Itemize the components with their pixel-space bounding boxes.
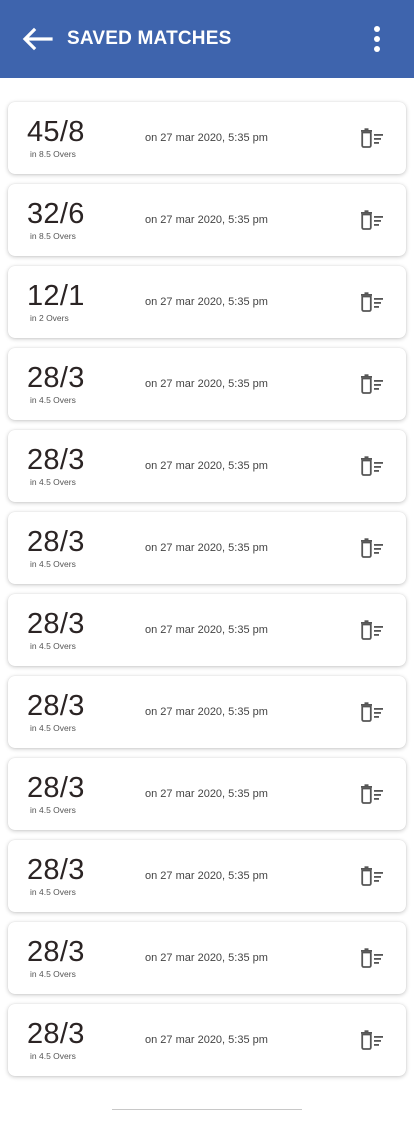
match-score: 45/8 — [27, 116, 85, 148]
match-date: on 27 mar 2020, 5:35 pm — [145, 1034, 268, 1046]
delete-sweep-icon — [361, 784, 383, 804]
match-date: on 27 mar 2020, 5:35 pm — [145, 542, 268, 554]
delete-match-button[interactable] — [358, 454, 386, 478]
saved-match-card[interactable]: 28/3 in 4.5 Overs on 27 mar 2020, 5:35 p… — [8, 512, 406, 584]
match-score: 28/3 — [27, 608, 85, 640]
delete-match-button[interactable] — [358, 126, 386, 150]
match-overs: in 4.5 Overs — [30, 1051, 76, 1061]
match-date: on 27 mar 2020, 5:35 pm — [145, 624, 268, 636]
more-vert-icon — [374, 26, 380, 52]
arrow-left-icon — [22, 27, 53, 51]
delete-match-button[interactable] — [358, 1028, 386, 1052]
match-score: 28/3 — [27, 362, 85, 394]
bottom-divider — [112, 1109, 302, 1110]
saved-match-card[interactable]: 28/3 in 4.5 Overs on 27 mar 2020, 5:35 p… — [8, 840, 406, 912]
delete-match-button[interactable] — [358, 946, 386, 970]
saved-match-card[interactable]: 32/6 in 8.5 Overs on 27 mar 2020, 5:35 p… — [8, 184, 406, 256]
match-score: 28/3 — [27, 1018, 85, 1050]
match-overs: in 8.5 Overs — [30, 231, 76, 241]
overflow-menu-button[interactable] — [364, 20, 390, 58]
match-date: on 27 mar 2020, 5:35 pm — [145, 132, 268, 144]
saved-match-card[interactable]: 28/3 in 4.5 Overs on 27 mar 2020, 5:35 p… — [8, 348, 406, 420]
back-button[interactable] — [20, 24, 54, 54]
delete-sweep-icon — [361, 538, 383, 558]
match-date: on 27 mar 2020, 5:35 pm — [145, 214, 268, 226]
match-overs: in 4.5 Overs — [30, 395, 76, 405]
delete-sweep-icon — [361, 1030, 383, 1050]
match-overs: in 4.5 Overs — [30, 559, 76, 569]
match-date: on 27 mar 2020, 5:35 pm — [145, 296, 268, 308]
match-score: 28/3 — [27, 690, 85, 722]
match-date: on 27 mar 2020, 5:35 pm — [145, 706, 268, 718]
delete-match-button[interactable] — [358, 208, 386, 232]
match-overs: in 4.5 Overs — [30, 969, 76, 979]
match-score: 32/6 — [27, 198, 85, 230]
delete-match-button[interactable] — [358, 372, 386, 396]
app-bar: SAVED MATCHES — [0, 0, 414, 78]
delete-sweep-icon — [361, 374, 383, 394]
delete-sweep-icon — [361, 456, 383, 476]
match-overs: in 4.5 Overs — [30, 641, 76, 651]
saved-matches-list: 45/8 in 8.5 Overs on 27 mar 2020, 5:35 p… — [8, 102, 406, 1086]
match-date: on 27 mar 2020, 5:35 pm — [145, 952, 268, 964]
match-overs: in 4.5 Overs — [30, 477, 76, 487]
match-date: on 27 mar 2020, 5:35 pm — [145, 460, 268, 472]
match-overs: in 8.5 Overs — [30, 149, 76, 159]
match-overs: in 2 Overs — [30, 313, 69, 323]
delete-sweep-icon — [361, 702, 383, 722]
saved-match-card[interactable]: 28/3 in 4.5 Overs on 27 mar 2020, 5:35 p… — [8, 922, 406, 994]
page-title: SAVED MATCHES — [67, 28, 232, 49]
delete-match-button[interactable] — [358, 618, 386, 642]
match-overs: in 4.5 Overs — [30, 805, 76, 815]
saved-match-card[interactable]: 28/3 in 4.5 Overs on 27 mar 2020, 5:35 p… — [8, 758, 406, 830]
match-score: 28/3 — [27, 854, 85, 886]
match-score: 28/3 — [27, 444, 85, 476]
saved-match-card[interactable]: 28/3 in 4.5 Overs on 27 mar 2020, 5:35 p… — [8, 430, 406, 502]
match-date: on 27 mar 2020, 5:35 pm — [145, 870, 268, 882]
delete-match-button[interactable] — [358, 700, 386, 724]
match-date: on 27 mar 2020, 5:35 pm — [145, 378, 268, 390]
match-score: 28/3 — [27, 772, 85, 804]
match-overs: in 4.5 Overs — [30, 887, 76, 897]
saved-match-card[interactable]: 28/3 in 4.5 Overs on 27 mar 2020, 5:35 p… — [8, 676, 406, 748]
match-date: on 27 mar 2020, 5:35 pm — [145, 788, 268, 800]
delete-sweep-icon — [361, 292, 383, 312]
match-score: 12/1 — [27, 280, 85, 312]
delete-sweep-icon — [361, 948, 383, 968]
saved-match-card[interactable]: 28/3 in 4.5 Overs on 27 mar 2020, 5:35 p… — [8, 594, 406, 666]
match-score: 28/3 — [27, 526, 85, 558]
delete-match-button[interactable] — [358, 536, 386, 560]
delete-sweep-icon — [361, 128, 383, 148]
match-overs: in 4.5 Overs — [30, 723, 76, 733]
saved-match-card[interactable]: 28/3 in 4.5 Overs on 27 mar 2020, 5:35 p… — [8, 1004, 406, 1076]
delete-match-button[interactable] — [358, 782, 386, 806]
delete-sweep-icon — [361, 866, 383, 886]
match-score: 28/3 — [27, 936, 85, 968]
delete-sweep-icon — [361, 210, 383, 230]
saved-match-card[interactable]: 12/1 in 2 Overs on 27 mar 2020, 5:35 pm — [8, 266, 406, 338]
delete-match-button[interactable] — [358, 290, 386, 314]
saved-match-card[interactable]: 45/8 in 8.5 Overs on 27 mar 2020, 5:35 p… — [8, 102, 406, 174]
delete-sweep-icon — [361, 620, 383, 640]
delete-match-button[interactable] — [358, 864, 386, 888]
